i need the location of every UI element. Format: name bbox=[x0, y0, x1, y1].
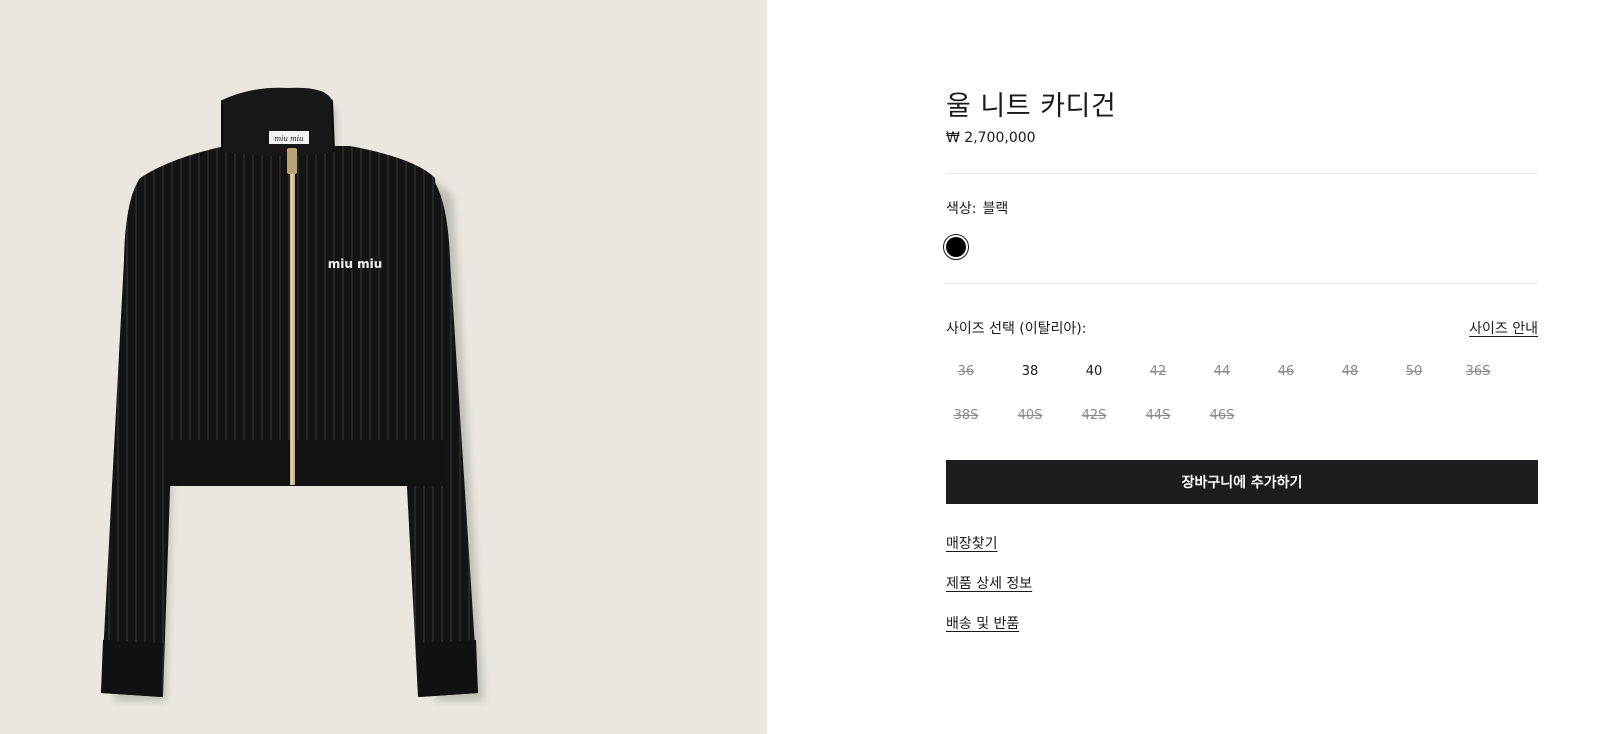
shipping-returns-link[interactable]: 배송 및 반품 bbox=[946, 613, 1019, 633]
color-value: 블랙 bbox=[982, 201, 1009, 217]
size-guide-link[interactable]: 사이즈 안내 bbox=[1469, 318, 1538, 338]
size-option[interactable]: 38S bbox=[946, 406, 986, 426]
neck-label-logo-text: miu miu bbox=[275, 135, 304, 143]
color-selector-label: 색상: 블랙 bbox=[946, 198, 1008, 218]
size-option[interactable]: 36 bbox=[946, 362, 986, 382]
product-image[interactable]: miu miu miu miu bbox=[0, 0, 767, 734]
size-option[interactable]: 50 bbox=[1394, 362, 1434, 382]
size-option[interactable]: 48 bbox=[1330, 362, 1370, 382]
product-details-link[interactable]: 제품 상세 정보 bbox=[946, 573, 1032, 593]
size-option[interactable]: 44S bbox=[1138, 406, 1178, 426]
product-title: 울 니트 카디건 bbox=[946, 91, 1117, 122]
size-option[interactable]: 40S bbox=[1010, 406, 1050, 426]
product-info: 울 니트 카디건 ₩ 2,700,000 색상: 블랙 사이즈 선택 (이탈리아)… bbox=[767, 0, 1609, 734]
size-option[interactable]: 44 bbox=[1202, 362, 1242, 382]
divider bbox=[946, 283, 1538, 284]
add-to-cart-button[interactable]: 장바구니에 추가하기 bbox=[946, 460, 1538, 504]
size-option[interactable]: 42 bbox=[1138, 362, 1178, 382]
color-swatch-fill bbox=[946, 237, 966, 257]
chest-logo-text: miu miu bbox=[328, 257, 383, 271]
size-option[interactable]: 46S bbox=[1202, 406, 1242, 426]
product-page: miu miu miu miu 울 니트 카디건 ₩ 2,700,000 색상:… bbox=[0, 0, 1609, 734]
divider bbox=[946, 173, 1538, 174]
size-option[interactable]: 40 bbox=[1074, 362, 1114, 382]
size-option[interactable]: 36S bbox=[1458, 362, 1498, 382]
size-option[interactable]: 46 bbox=[1266, 362, 1306, 382]
store-finder-link[interactable]: 매장찾기 bbox=[946, 533, 998, 553]
product-price: ₩ 2,700,000 bbox=[946, 130, 1036, 146]
color-swatch-black[interactable] bbox=[943, 234, 969, 260]
cardigan-illustration: miu miu miu miu bbox=[101, 87, 484, 701]
color-label-text: 색상: bbox=[946, 201, 977, 217]
size-option[interactable]: 42S bbox=[1074, 406, 1114, 426]
size-option[interactable]: 38 bbox=[1010, 362, 1050, 382]
size-selector-label: 사이즈 선택 (이탈리아): bbox=[946, 321, 1087, 337]
